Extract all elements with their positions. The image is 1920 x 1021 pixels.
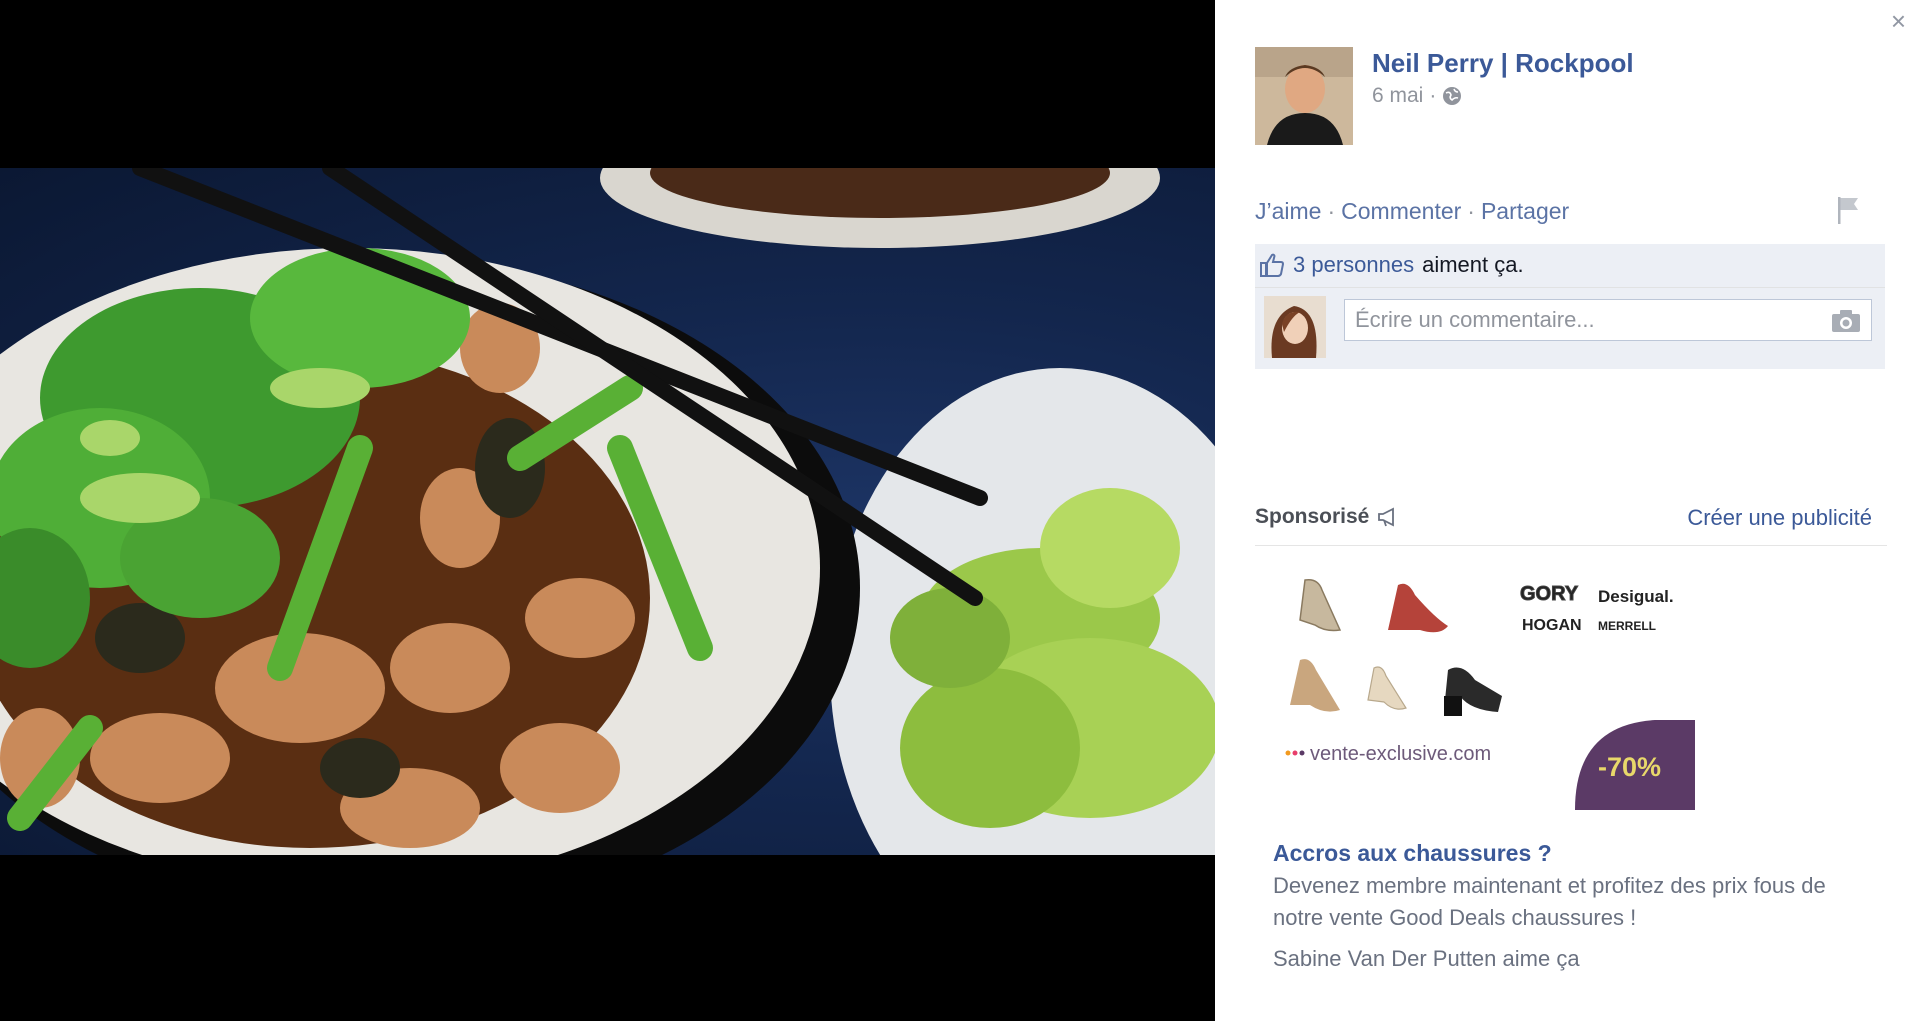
meta-separator: · [1429, 84, 1437, 107]
create-ad-link[interactable]: Créer une publicité [1687, 505, 1872, 531]
author-avatar[interactable] [1255, 47, 1353, 145]
ad-social-context: Sabine Van Der Putten aime ça [1273, 946, 1580, 971]
comment-field[interactable] [1344, 299, 1872, 341]
ad-image[interactable]: GORY Desigual. HOGAN MERRELL vente-exclu… [1270, 570, 1725, 810]
brand-logo: MERRELL [1598, 619, 1656, 633]
globe-icon[interactable] [1442, 86, 1462, 106]
ad-description: Devenez membre maintenant et profitez de… [1273, 873, 1826, 930]
flag-icon[interactable] [1835, 195, 1861, 225]
close-button[interactable]: × [1891, 8, 1906, 34]
share-link[interactable]: Partager [1481, 198, 1569, 224]
likes-count-link[interactable]: 3 personnes [1293, 252, 1414, 278]
comment-input[interactable] [1345, 300, 1825, 340]
likes-comments-box: 3 personnes aiment ça. [1255, 244, 1885, 369]
post-actions: J’aime · Commenter · Partager [1255, 198, 1569, 225]
like-link[interactable]: J’aime [1255, 198, 1321, 224]
post-meta: 6 mai · [1372, 84, 1462, 108]
action-separator: · [1467, 198, 1475, 224]
ad-title-link[interactable]: Accros aux chaussures ? [1273, 840, 1552, 867]
brand-logo: GORY [1520, 583, 1579, 605]
comment-link[interactable]: Commenter [1341, 198, 1461, 224]
brand-logo: HOGAN [1522, 617, 1582, 634]
post-date[interactable]: 6 mai [1372, 84, 1423, 108]
brand-logo: Desigual. [1598, 587, 1674, 606]
post-side-panel: × Neil Perry | Rockpool 6 mai · J’aime · C… [1215, 0, 1920, 1021]
likes-summary: 3 personnes aiment ça. [1259, 252, 1524, 278]
camera-icon[interactable] [1831, 309, 1861, 333]
thumbs-up-icon [1259, 252, 1285, 278]
ad-site-name: vente-exclusive.com [1310, 743, 1491, 765]
site-logo-dots [1285, 750, 1305, 756]
divider [1255, 287, 1885, 288]
commenter-avatar [1264, 296, 1326, 358]
sponsored-header: Sponsorisé [1255, 505, 1399, 529]
divider [1255, 545, 1887, 546]
post-author-name[interactable]: Neil Perry | Rockpool [1372, 48, 1634, 79]
photo-viewer [0, 0, 1215, 1021]
food-photo-illustration [0, 168, 1215, 855]
discount-text: -70% [1598, 752, 1661, 782]
food-photo[interactable] [0, 168, 1215, 855]
sponsored-label: Sponsorisé [1255, 505, 1370, 528]
action-separator: · [1327, 198, 1336, 224]
megaphone-icon [1377, 507, 1399, 527]
likes-suffix: aiment ça. [1422, 252, 1524, 277]
